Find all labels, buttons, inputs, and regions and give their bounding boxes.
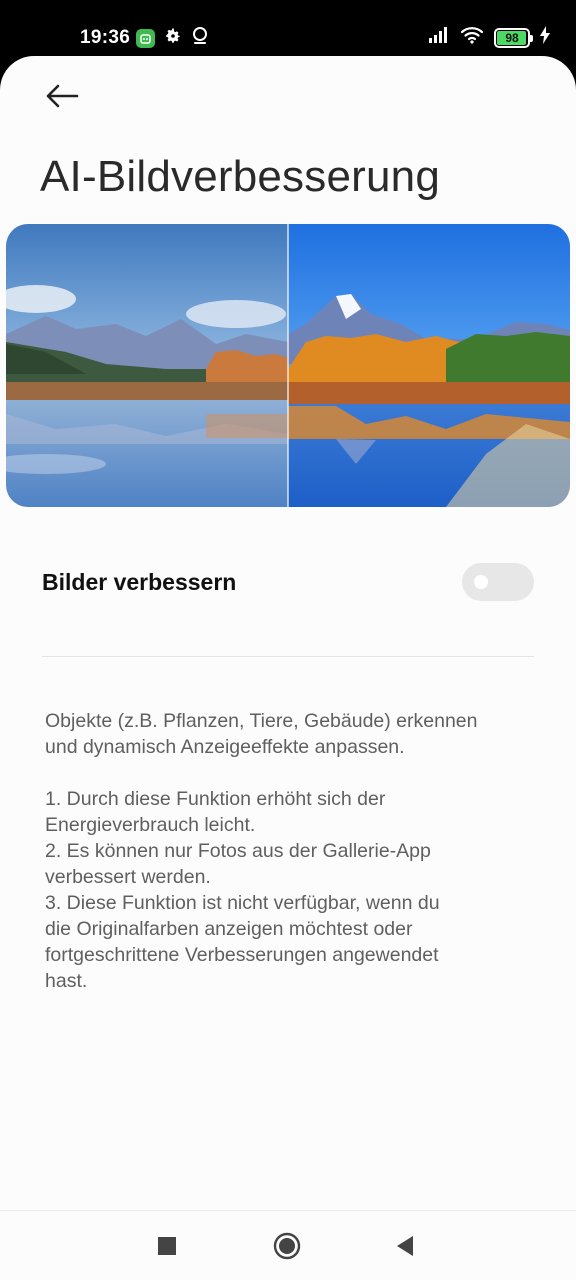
home-circle-icon bbox=[273, 1232, 301, 1265]
arrow-left-icon bbox=[45, 84, 79, 113]
location-icon bbox=[191, 26, 209, 51]
navigation-bar bbox=[0, 1210, 576, 1280]
back-triangle-icon bbox=[395, 1235, 415, 1262]
back-nav-button[interactable] bbox=[390, 1233, 420, 1263]
toggle-knob bbox=[474, 575, 488, 589]
before-after-landscape-image bbox=[6, 224, 570, 507]
preview-image bbox=[6, 224, 570, 507]
enhance-images-toggle[interactable] bbox=[462, 563, 534, 601]
description-line: die Originalfarben anzeigen möchtest ode… bbox=[45, 918, 413, 940]
description-line: 3. Diese Funktion ist nicht verfügbar, w… bbox=[45, 892, 440, 914]
feature-description: Objekte (z.B. Pflanzen, Tiere, Gebäude) … bbox=[45, 708, 537, 994]
description-line: 2. Es können nur Fotos aus der Gallerie-… bbox=[45, 840, 431, 862]
battery-level: 98 bbox=[505, 30, 519, 45]
toggle-label: Bilder verbessern bbox=[42, 569, 237, 595]
enhance-images-toggle-row[interactable]: Bilder verbessern bbox=[42, 546, 534, 616]
status-time: 19:36 bbox=[80, 27, 131, 48]
home-button[interactable] bbox=[272, 1232, 302, 1265]
signal-icon bbox=[428, 27, 450, 48]
recents-square-icon bbox=[157, 1236, 177, 1261]
page-title: AI-Bildverbesserung bbox=[40, 152, 440, 201]
description-line: Objekte (z.B. Pflanzen, Tiere, Gebäude) … bbox=[45, 710, 478, 732]
description-line: und dynamisch Anzeigeeffekte anpassen. bbox=[45, 736, 405, 758]
description-line: hast. bbox=[45, 970, 88, 992]
back-button[interactable] bbox=[40, 80, 84, 116]
status-right-icons: 98 bbox=[428, 26, 550, 49]
description-line: verbessert werden. bbox=[45, 866, 211, 888]
wifi-icon bbox=[460, 26, 484, 49]
battery-icon: 98 bbox=[494, 27, 533, 48]
description-line: fortgeschrittene Verbesserungen angewend… bbox=[45, 944, 439, 966]
status-left-icons bbox=[136, 26, 209, 51]
charging-icon bbox=[540, 26, 550, 49]
description-line: 1. Durch diese Funktion erhöht sich der bbox=[45, 788, 386, 810]
app-notification-icon bbox=[136, 29, 155, 48]
settings-sheet: AI-Bildverbesserung Bilder verbessern Ob… bbox=[0, 56, 576, 1280]
divider bbox=[42, 656, 534, 657]
description-line: Energieverbrauch leicht. bbox=[45, 814, 256, 836]
gear-icon bbox=[164, 27, 182, 50]
recents-button[interactable] bbox=[152, 1233, 182, 1263]
